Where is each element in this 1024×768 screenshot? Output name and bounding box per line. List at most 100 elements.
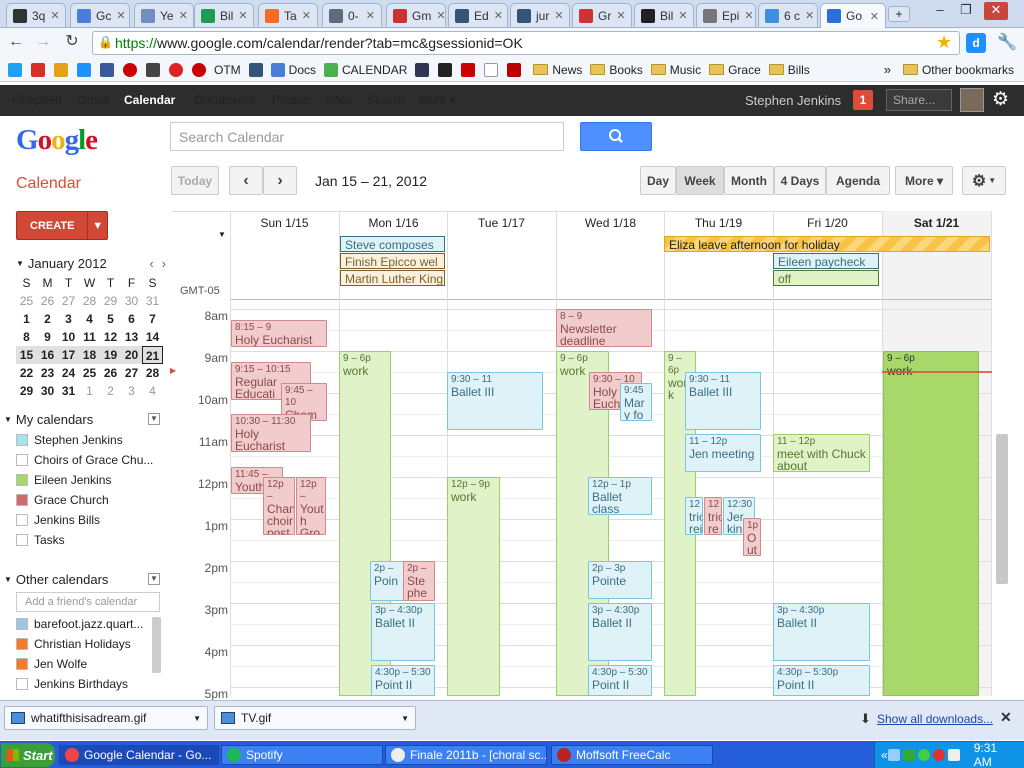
mini-day[interactable]: 5 [100,310,121,328]
calendar-color-swatch[interactable] [16,474,28,486]
day-header[interactable]: Tue 1/17 [447,216,556,230]
mini-day[interactable]: 31 [142,292,163,310]
calendar-item[interactable]: Jenkins Birthdays [16,674,151,694]
mini-day[interactable]: 29 [100,292,121,310]
calendar-event[interactable]: 2p – 3p Pointe [588,561,652,599]
taskbar-item[interactable]: Moffsoft FreeCalc [551,745,713,765]
tray-expand-icon[interactable]: « [881,748,888,762]
mini-day[interactable]: 3 [58,310,79,328]
browser-tab[interactable]: Gr ✕ [572,3,632,27]
mini-day[interactable]: 29 [16,382,37,400]
browser-tab[interactable]: Bil ✕ [634,3,694,27]
mini-day[interactable]: 11 [79,328,100,346]
calendar-color-swatch[interactable] [16,434,28,446]
other-bookmarks[interactable]: Other bookmarks [902,63,1014,77]
close-window-button[interactable]: ✕ [984,2,1008,20]
calendar-item[interactable]: Grace Church [16,490,161,510]
day-header[interactable]: Thu 1/19 [664,216,773,230]
allday-event[interactable]: Steve composes [340,236,445,252]
mini-day[interactable]: 3 [121,382,142,400]
gbar-link[interactable]: Documents [194,93,255,107]
mini-day[interactable]: 27 [58,292,79,310]
create-button[interactable]: CREATE ▼ [16,211,108,240]
day-header[interactable]: Fri 1/20 [773,216,882,230]
calendar-event[interactable]: 4:30p – 5:30p Point II [773,665,870,696]
bookmark-folder[interactable]: Books [590,63,643,77]
calendar-color-swatch[interactable] [16,454,28,466]
close-tab-icon[interactable]: ✕ [744,9,753,22]
mini-day[interactable]: 1 [79,382,100,400]
amazon-icon[interactable] [484,62,499,77]
bookmark-grid[interactable] [248,62,263,77]
gbar-link[interactable]: Sites [325,93,352,107]
close-tab-icon[interactable]: ✕ [302,9,311,22]
bookmark-icon[interactable] [123,62,137,77]
back-button[interactable]: ← [5,31,27,53]
mini-day[interactable]: 28 [79,292,100,310]
browser-tab[interactable]: Go ✕ [820,3,886,28]
close-tab-icon[interactable]: ✕ [116,9,125,22]
calendar-item[interactable]: Jen Wolfe [16,654,151,674]
bookmark-icon[interactable] [169,62,183,77]
gbar-link[interactable]: +Stephen [10,93,62,107]
mini-day[interactable]: 17 [58,346,79,364]
mini-day[interactable]: 8 [16,328,37,346]
calendar-color-swatch[interactable] [16,658,28,670]
notification-badge[interactable]: 1 [853,90,873,110]
mini-day[interactable]: 30 [37,382,58,400]
download-item[interactable]: whatifthisisadream.gif ▼ [4,706,208,730]
collapse-icon[interactable]: ▼ [16,259,24,268]
calendar-color-swatch[interactable] [16,678,28,690]
mini-day[interactable]: 25 [79,364,100,382]
mini-day[interactable]: 4 [142,382,163,400]
mini-day[interactable]: 22 [16,364,37,382]
browser-tab[interactable]: 6 c ✕ [758,3,818,27]
close-tab-icon[interactable]: ✕ [179,9,188,22]
bookmark-folder[interactable]: News [533,63,582,77]
user-name[interactable]: Stephen Jenkins [745,93,841,108]
allday-event[interactable]: Eliza leave afternoon for holiday [664,236,990,252]
my-calendars-header[interactable]: ▼ My calendars [4,412,93,427]
mini-day[interactable]: 25 [16,292,37,310]
view-button[interactable]: Agenda [826,166,890,195]
collapse-allday-icon[interactable]: ▼ [218,230,226,239]
facebook-icon[interactable] [100,62,114,77]
taskbar-item[interactable]: Spotify [221,745,383,765]
start-button[interactable]: Start [1,743,55,767]
twitter-icon[interactable] [8,62,22,77]
mini-day[interactable]: 30 [121,292,142,310]
calendar-item[interactable]: Jenkins Bills [16,510,161,530]
calendar-event[interactable]: 12tric re [704,497,722,535]
calendar-color-swatch[interactable] [16,638,28,650]
calendar-event[interactable]: 1p O ut [743,518,761,556]
gbar-link[interactable]: Search [367,93,405,107]
close-tab-icon[interactable]: ✕ [870,10,879,23]
calendar-event[interactable]: 9:30 – 11 Ballet III [447,372,543,430]
calendar-event[interactable]: 12p – Chan choir post [263,477,295,535]
calendar-event[interactable]: 11 – 12p Jen meeting [685,434,761,472]
mini-day[interactable]: 31 [58,382,79,400]
browser-tab[interactable]: Gc ✕ [70,3,130,27]
other-calendars-header[interactable]: ▼ Other calendars [4,572,108,587]
close-icon[interactable]: ✕ [1000,709,1012,726]
youtube-icon[interactable] [461,62,476,77]
share-box[interactable]: Share... [886,89,952,111]
bookmark-otm[interactable]: OTM [214,63,241,77]
next-button[interactable]: › [263,166,297,195]
allday-event[interactable]: Martin Luther King [340,270,445,286]
calendar-event[interactable]: 8:15 – 9 Holy Eucharist [231,320,327,347]
close-tab-icon[interactable]: ✕ [554,9,563,22]
wrench-icon[interactable]: 🔧 [997,32,1017,52]
grid-scrollbar[interactable] [996,434,1008,584]
close-tab-icon[interactable]: ✕ [805,9,814,22]
gmail-icon[interactable] [31,62,45,77]
view-button[interactable]: Week [676,166,724,195]
netflix-icon[interactable] [507,62,522,77]
mini-day[interactable]: 23 [37,364,58,382]
search-input[interactable]: Search Calendar [170,122,564,151]
browser-tab[interactable]: jur ✕ [510,3,570,27]
calendar-event[interactable]: 8 – 9 Newsletter deadline [556,309,652,347]
minimize-button[interactable]: – [928,2,952,20]
close-tab-icon[interactable]: ✕ [678,9,687,22]
gear-icon[interactable]: ⚙ [992,88,1009,111]
